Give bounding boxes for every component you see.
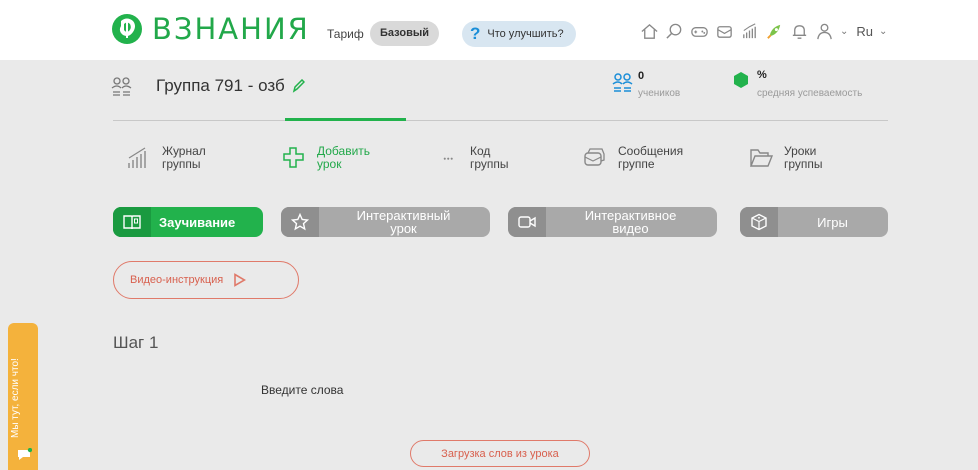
- students-icon: [612, 73, 633, 92]
- folder-icon: [749, 149, 774, 167]
- tariff-badge[interactable]: Базовый: [370, 21, 439, 46]
- performance-value: %: [757, 69, 767, 81]
- feedback-side-tab-label: Мы тут, если что!: [10, 358, 21, 438]
- journal-icon: [128, 147, 146, 168]
- improve-button[interactable]: ? Что улучшить?: [462, 21, 576, 47]
- tariff-label: Тариф: [327, 27, 364, 41]
- chevron-down-icon[interactable]: ⌄: [840, 26, 848, 37]
- home-icon[interactable]: [640, 22, 659, 41]
- divider: [113, 120, 888, 121]
- language-selector[interactable]: Ru: [856, 24, 873, 39]
- tab-games[interactable]: Игры: [740, 207, 888, 237]
- tab-interactive-video-label: Интерактивное видео: [584, 208, 677, 236]
- menu-lessons-label: Уроки группы: [784, 144, 823, 171]
- rocket-icon[interactable]: [765, 22, 784, 41]
- chat-bubble-icon: [18, 448, 32, 460]
- step-title: Шаг 1: [113, 333, 159, 352]
- tab-memorization-label: Заучивание: [159, 214, 236, 230]
- tab-games-icon-box: [740, 207, 778, 237]
- dice-icon: [751, 213, 767, 231]
- profile-icon[interactable]: [815, 22, 834, 41]
- tab-memorization[interactable]: Заучивание: [113, 207, 263, 237]
- logo-icon: [112, 14, 142, 44]
- menu-code-label: Код группы: [470, 144, 509, 171]
- tab-interactive-video[interactable]: Интерактивное видео: [508, 207, 717, 237]
- menu-messages-label: Сообщения группе: [618, 144, 684, 171]
- tab-interactive-lesson-icon-box: [281, 207, 319, 237]
- mail-icon[interactable]: [715, 22, 734, 41]
- code-icon: [443, 157, 453, 160]
- tab-interactive-lesson[interactable]: Интерактивный урок: [281, 207, 490, 237]
- tab-interactive-lesson-label: Интерактивный урок: [356, 208, 451, 236]
- load-words-button[interactable]: Загрузка слов из урока: [410, 440, 590, 467]
- star-icon: [291, 213, 309, 231]
- chevron-down-icon[interactable]: ⌄: [879, 26, 887, 37]
- menu-lessons[interactable]: Уроки группы: [748, 145, 823, 171]
- messages-icon: [584, 148, 605, 166]
- tab-memorization-icon-box: [113, 207, 151, 237]
- tab-games-label: Игры: [817, 214, 848, 230]
- performance-icon: [734, 72, 748, 88]
- video-icon: [518, 216, 536, 228]
- improve-label: Что улучшить?: [487, 28, 564, 40]
- students-label: учеников: [638, 88, 681, 99]
- video-instruction-label: Видео-инструкция: [130, 274, 224, 286]
- menu-add-lesson[interactable]: Добавить урок: [281, 145, 370, 171]
- search-icon[interactable]: [665, 22, 684, 41]
- gamepad-icon[interactable]: [690, 22, 709, 41]
- group-icon: [111, 77, 132, 96]
- bell-icon[interactable]: [790, 22, 809, 41]
- menu-messages[interactable]: Сообщения группе: [582, 145, 683, 171]
- logo-text: ВЗНАНИЯ: [152, 12, 310, 46]
- active-tab-indicator: [285, 118, 406, 121]
- menu-code[interactable]: Код группы: [442, 145, 509, 171]
- add-lesson-icon: [283, 147, 304, 168]
- feedback-side-tab[interactable]: Мы тут, если что!: [8, 323, 38, 470]
- logo[interactable]: ВЗНАНИЯ: [110, 12, 310, 46]
- top-icons: ⌄ Ru ⌄: [640, 22, 887, 41]
- video-instruction-button[interactable]: Видео-инструкция: [113, 261, 299, 299]
- book-icon: [123, 215, 141, 230]
- performance-label: средняя успеваемость: [757, 88, 863, 99]
- enter-words-label: Введите слова: [261, 383, 344, 397]
- edit-icon[interactable]: [292, 79, 305, 93]
- group-title: Группа 791 - озб: [156, 76, 285, 95]
- students-count: 0: [638, 70, 645, 82]
- stats-icon[interactable]: [740, 22, 759, 41]
- menu-journal[interactable]: Журнал группы: [126, 145, 206, 171]
- menu-add-lesson-label: Добавить урок: [317, 144, 371, 171]
- tab-interactive-video-icon-box: [508, 207, 546, 237]
- menu-journal-label: Журнал группы: [162, 144, 206, 171]
- play-icon: [234, 273, 247, 287]
- top-bar: ВЗНАНИЯ Тариф Базовый ? Что улучшить? ⌄ …: [0, 0, 978, 60]
- question-icon: ?: [470, 24, 481, 43]
